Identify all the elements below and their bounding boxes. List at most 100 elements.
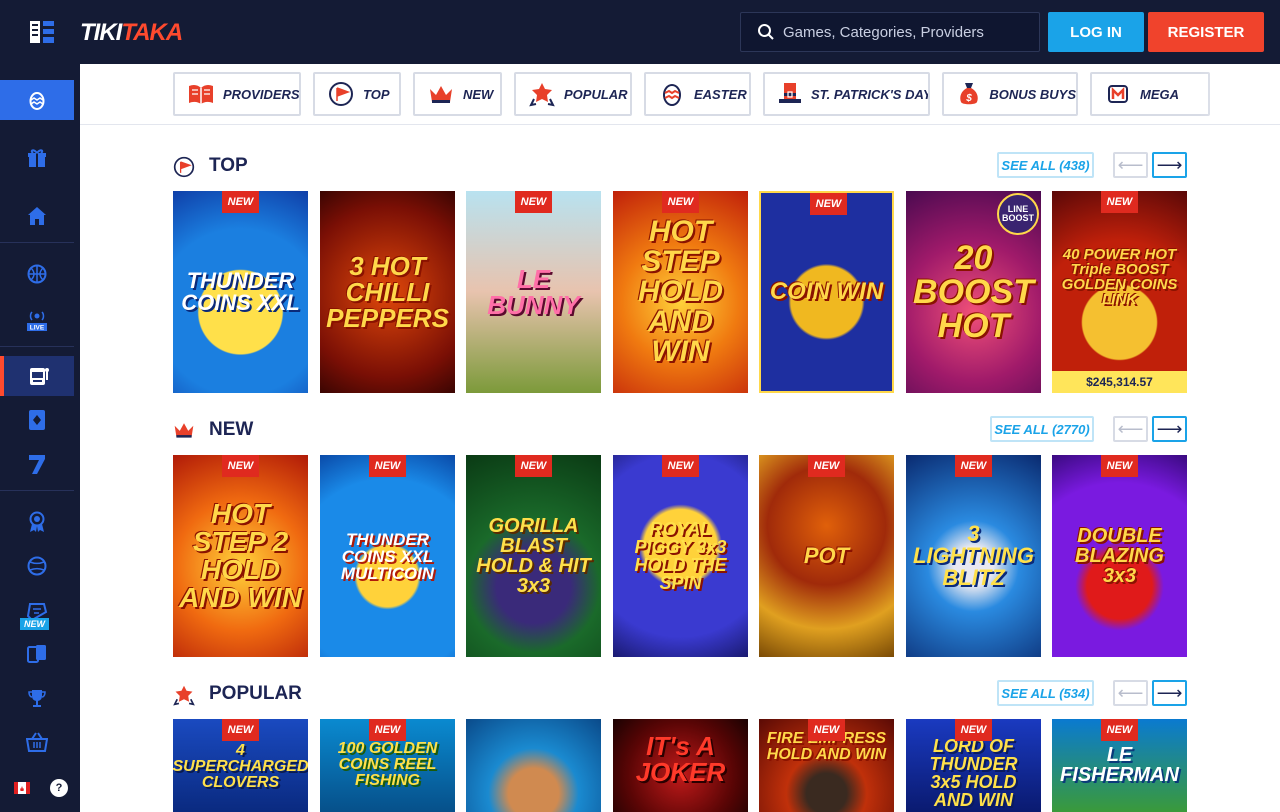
game-title: THUNDER COINS XXL bbox=[181, 268, 300, 315]
new-badge: NEW bbox=[1101, 719, 1138, 741]
game-tile[interactable]: 3 HOT CHILLI PEPPERS bbox=[320, 191, 455, 393]
register-button[interactable]: REGISTER bbox=[1148, 12, 1264, 52]
sidebar-item-card-games[interactable] bbox=[0, 634, 74, 674]
category-bonus-buys[interactable]: $ BONUS BUYS bbox=[942, 72, 1078, 116]
sidebar-item-lottery[interactable] bbox=[0, 444, 74, 484]
basketball-icon bbox=[27, 264, 47, 284]
game-title: LE BUNNY bbox=[487, 264, 580, 320]
sidebar-item-easter[interactable] bbox=[0, 80, 74, 120]
game-title: ROYAL PIGGY 3x3 HOLD THE SPIN bbox=[634, 519, 727, 593]
canada-flag-icon[interactable] bbox=[14, 782, 30, 794]
sidebar-item-promotions[interactable] bbox=[0, 138, 74, 178]
section-header-popular: POPULAR SEE ALL (534) ⟵ ⟶ bbox=[173, 679, 1187, 709]
site-logo[interactable]: TIKITAKA bbox=[80, 19, 183, 47]
prev-arrow-icon[interactable]: ⟵ bbox=[1113, 152, 1148, 178]
crown-icon bbox=[430, 86, 452, 103]
game-tile[interactable]: 40 POWER HOT Triple BOOST GOLDEN COINS L… bbox=[1052, 191, 1187, 393]
game-title: 100 GOLDEN COINS REEL FISHING bbox=[337, 740, 438, 789]
game-tile[interactable]: LE FISHERMAN NEW bbox=[1052, 719, 1187, 812]
easter-egg-icon bbox=[663, 84, 681, 106]
game-tile[interactable]: ROYAL PIGGY 3x3 HOLD THE SPIN NEW bbox=[613, 455, 748, 657]
seven-icon bbox=[29, 455, 45, 474]
game-tile[interactable]: POT NEW bbox=[759, 455, 894, 657]
crown-icon bbox=[174, 423, 194, 438]
game-title: HOT STEP 2 HOLD AND WIN bbox=[179, 498, 302, 613]
game-tile[interactable]: HOT STEP HOLD AND WIN NEW bbox=[613, 191, 748, 393]
game-tile[interactable]: HOT STEP 2 HOLD AND WIN NEW bbox=[173, 455, 308, 657]
game-title: LORD OF THUNDER 3x5 HOLD AND WIN bbox=[929, 736, 1018, 810]
category-easter[interactable]: EASTER bbox=[644, 72, 751, 116]
menu-toggle-icon[interactable] bbox=[30, 21, 54, 43]
next-arrow-icon[interactable]: ⟶ bbox=[1152, 152, 1187, 178]
new-badge: NEW bbox=[222, 455, 259, 477]
sidebar-item-leaderboard[interactable] bbox=[0, 678, 74, 718]
money-bag-icon: $ bbox=[959, 83, 978, 105]
game-tile[interactable]: COIN WIN NEW bbox=[759, 191, 894, 393]
category-label: EASTER bbox=[694, 86, 747, 102]
jackpot-amount: $245,314.57 bbox=[1052, 371, 1187, 393]
game-tile[interactable]: LORD OF THUNDER 3x5 HOLD AND WIN NEW bbox=[906, 719, 1041, 812]
game-title: 40 POWER HOT Triple BOOST GOLDEN COINS L… bbox=[1061, 246, 1178, 308]
login-button[interactable]: LOG IN bbox=[1048, 12, 1144, 52]
game-title: POT bbox=[803, 543, 850, 568]
game-tile[interactable]: LE BUNNY NEW bbox=[466, 191, 601, 393]
next-arrow-icon[interactable]: ⟶ bbox=[1152, 416, 1187, 442]
help-button[interactable]: ? bbox=[50, 779, 68, 797]
sidebar-item-live-casino[interactable] bbox=[0, 400, 74, 440]
search-icon bbox=[758, 24, 774, 40]
scroll-fade bbox=[1200, 64, 1280, 124]
game-title: GORILLA BLAST HOLD & HIT 3x3 bbox=[476, 515, 591, 597]
see-all-button[interactable]: SEE ALL (534) bbox=[997, 680, 1094, 706]
sidebar-item-virtual-sports[interactable] bbox=[0, 546, 74, 586]
sidebar-item-live[interactable]: LIVE bbox=[0, 300, 74, 340]
line-boost-badge: LINE BOOST bbox=[997, 193, 1039, 235]
game-tile[interactable]: 100 GOLDEN COINS REEL FISHING NEW bbox=[320, 719, 455, 812]
category-mega[interactable]: MEGA bbox=[1090, 72, 1210, 116]
prev-arrow-icon[interactable]: ⟵ bbox=[1113, 416, 1148, 442]
game-tile[interactable]: THUNDER COINS XXL MULTICOIN NEW bbox=[320, 455, 455, 657]
game-tile[interactable]: 20 BOOST HOT LINE BOOST bbox=[906, 191, 1041, 393]
sidebar-item-shop[interactable] bbox=[0, 722, 74, 762]
category-new[interactable]: NEW bbox=[413, 72, 502, 116]
game-tile[interactable] bbox=[466, 719, 601, 812]
new-badge: NEW bbox=[1101, 455, 1138, 477]
category-providers[interactable]: PROVIDERS bbox=[173, 72, 301, 116]
game-tile[interactable]: DOUBLE BLAZING 3x3 NEW bbox=[1052, 455, 1187, 657]
game-title: 4 SUPERCHARGED CLOVERS bbox=[173, 742, 308, 791]
category-popular[interactable]: POPULAR bbox=[514, 72, 632, 116]
sidebar-item-home[interactable] bbox=[0, 196, 74, 236]
game-tile[interactable]: 3 LIGHTNING BLITZ NEW bbox=[906, 455, 1041, 657]
new-tag: NEW bbox=[20, 618, 49, 630]
see-all-button[interactable]: SEE ALL (2770) bbox=[990, 416, 1094, 442]
game-title: COIN WIN bbox=[769, 278, 884, 305]
see-all-button[interactable]: SEE ALL (438) bbox=[997, 152, 1094, 178]
game-tile[interactable]: FIRE EMPRESS HOLD AND WIN NEW bbox=[759, 719, 894, 812]
section-header-top: TOP SEE ALL (438) ⟵ ⟶ bbox=[173, 151, 1187, 181]
book-icon bbox=[189, 84, 213, 104]
sidebar-item-casino[interactable] bbox=[0, 356, 74, 396]
category-st-patricks-day[interactable]: ST. PATRICK'S DAY bbox=[763, 72, 930, 116]
section-header-new: NEW SEE ALL (2770) ⟵ ⟶ bbox=[173, 415, 1187, 445]
new-badge: NEW bbox=[662, 455, 699, 477]
search-input[interactable]: Games, Categories, Providers bbox=[740, 12, 1040, 52]
new-badge: NEW bbox=[222, 191, 259, 213]
next-arrow-icon[interactable]: ⟶ bbox=[1152, 680, 1187, 706]
sidebar-item-tournaments[interactable] bbox=[0, 502, 74, 542]
game-tile[interactable]: THUNDER COINS XXL NEW bbox=[173, 191, 308, 393]
game-title: 3 HOT CHILLI PEPPERS bbox=[326, 251, 449, 333]
category-bar: PROVIDERS TOP NEW POPULAR EASTER ST. PAT… bbox=[80, 64, 1280, 125]
category-label: ST. PATRICK'S DAY bbox=[811, 86, 930, 102]
sidebar-item-sports[interactable] bbox=[0, 254, 74, 294]
live-icon: LIVE bbox=[27, 311, 47, 331]
game-tile[interactable]: GORILLA BLAST HOLD & HIT 3x3 NEW bbox=[466, 455, 601, 657]
section-title: NEW bbox=[209, 419, 254, 440]
award-icon bbox=[29, 511, 45, 532]
new-badge: NEW bbox=[369, 719, 406, 741]
prev-arrow-icon[interactable]: ⟵ bbox=[1113, 680, 1148, 706]
category-top[interactable]: TOP bbox=[313, 72, 401, 116]
mega-icon bbox=[1108, 85, 1128, 103]
game-tile[interactable]: IT's A JOKER bbox=[613, 719, 748, 812]
game-title: LE FISHERMAN bbox=[1060, 744, 1179, 786]
game-tile[interactable]: 4 SUPERCHARGED CLOVERS NEW bbox=[173, 719, 308, 812]
category-label: BONUS BUYS bbox=[989, 86, 1076, 102]
